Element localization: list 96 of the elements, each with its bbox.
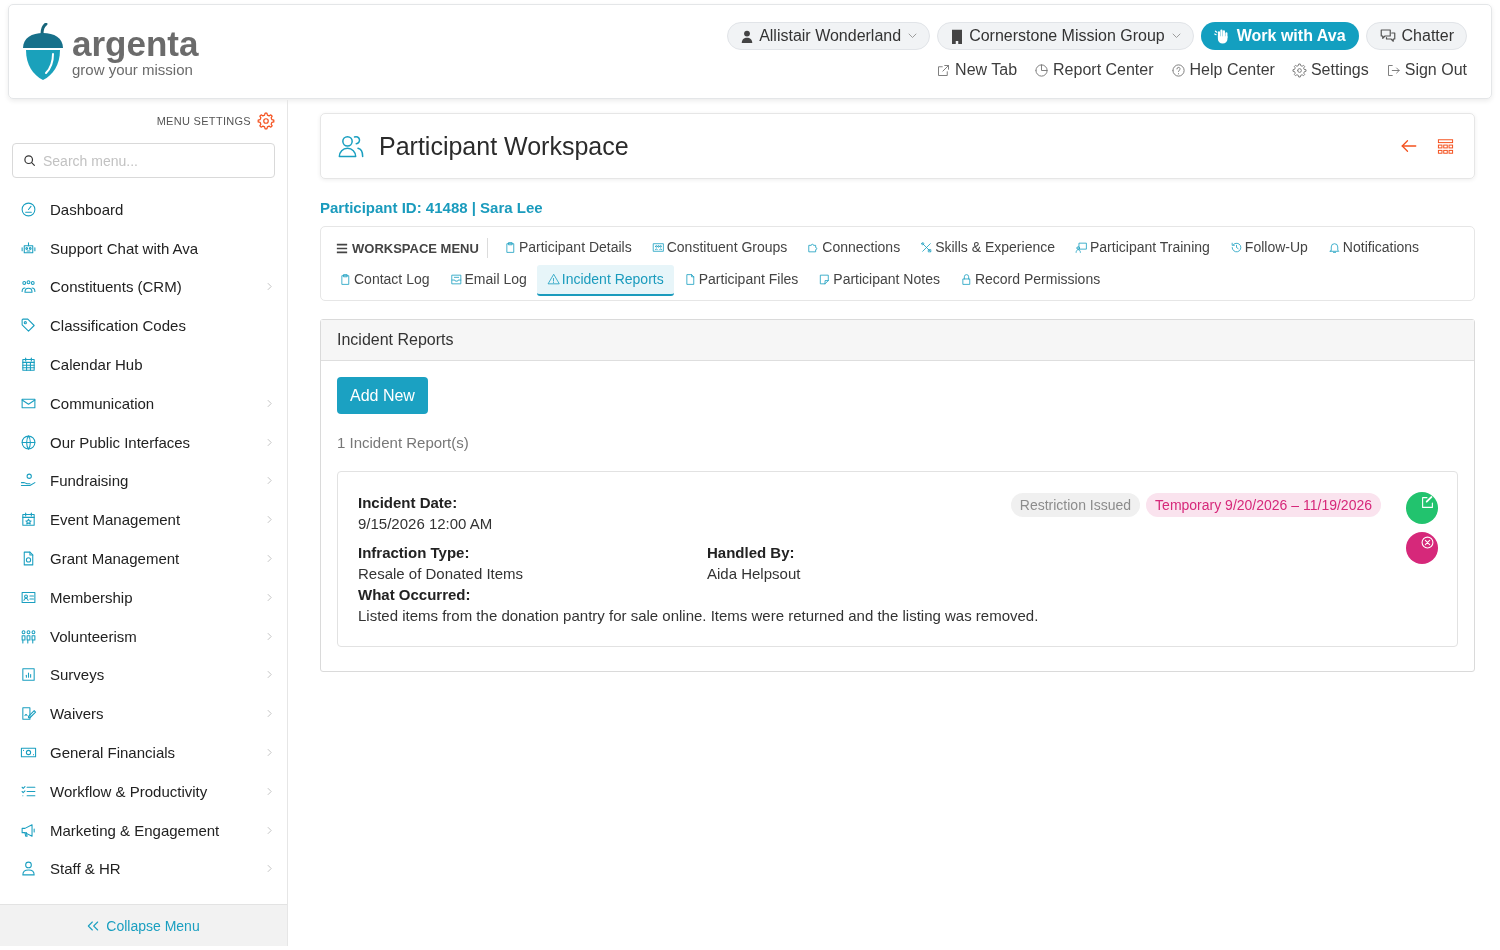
report-count: 1 Incident Report(s) bbox=[337, 434, 470, 452]
sidebar-item[interactable]: Staff & HR bbox=[12, 849, 275, 889]
sidebar-item[interactable]: Dashboard bbox=[12, 190, 275, 229]
workspace-tab[interactable]: Constituent Groups bbox=[641, 232, 798, 264]
workspace-tab[interactable]: Participant Details bbox=[493, 232, 642, 264]
calendar-icon bbox=[20, 356, 37, 374]
building-icon bbox=[950, 28, 965, 44]
workspace-tab[interactable]: Participant Notes bbox=[808, 264, 950, 296]
sidebar-item[interactable]: General Financials bbox=[12, 733, 275, 772]
field-value: 9/15/2026 12:00 AM bbox=[358, 514, 494, 534]
chevron-down-icon bbox=[1171, 33, 1181, 39]
bell-icon bbox=[1327, 240, 1341, 254]
status-badge: Temporary 9/20/2026 – 11/19/2026 bbox=[1146, 493, 1381, 517]
workspace-tab[interactable]: Participant Files bbox=[673, 264, 809, 296]
header-link[interactable]: New Tab bbox=[936, 61, 1018, 79]
field-label: Handled By: bbox=[707, 543, 796, 563]
acorn-icon bbox=[22, 22, 64, 81]
external-link-icon bbox=[936, 62, 952, 78]
settings-icon bbox=[257, 112, 275, 130]
sidebar-item[interactable]: Calendar Hub bbox=[12, 345, 275, 384]
inbox-icon bbox=[449, 272, 463, 286]
sidebar-item[interactable]: Marketing & Engagement bbox=[12, 810, 275, 850]
header-link[interactable]: Report Center bbox=[1034, 61, 1154, 79]
pie-chart-icon bbox=[1034, 62, 1050, 78]
sidebar-item[interactable]: Membership bbox=[12, 577, 275, 617]
sidebar-item[interactable]: Our Public Interfaces bbox=[12, 422, 275, 462]
field-label: Incident Date: bbox=[358, 493, 459, 513]
sidebar-item[interactable]: Communication bbox=[12, 384, 275, 423]
page-title: Participant Workspace bbox=[379, 131, 629, 161]
person-icon bbox=[20, 860, 37, 878]
sign-out-icon bbox=[1385, 62, 1401, 78]
sidebar-item[interactable]: Classification Codes bbox=[12, 306, 275, 346]
header-link[interactable]: Settings bbox=[1291, 61, 1369, 79]
chevron-down-icon bbox=[908, 33, 918, 39]
team-icon bbox=[20, 627, 37, 645]
workspace-tab[interactable]: Connections bbox=[797, 232, 911, 264]
edit-button[interactable] bbox=[1406, 492, 1438, 524]
workspace-tab[interactable]: Skills & Experience bbox=[910, 232, 1065, 264]
delete-button[interactable] bbox=[1406, 532, 1438, 564]
organization-menu-button[interactable]: Cornerstone Mission Group bbox=[937, 22, 1194, 50]
sidebar-item[interactable]: Constituents (CRM) bbox=[12, 267, 275, 307]
settings-icon bbox=[1291, 62, 1307, 78]
field-value: Resale of Donated Items bbox=[358, 564, 525, 584]
section-header: Incident Reports bbox=[321, 320, 1474, 361]
workspace-menu-title: WORKSPACE MENU bbox=[352, 240, 479, 256]
sidebar-item[interactable]: Workflow & Productivity bbox=[12, 771, 275, 811]
group-icon bbox=[20, 278, 37, 296]
tools-icon bbox=[920, 240, 934, 254]
arrow-left-icon[interactable] bbox=[1400, 137, 1418, 155]
menu-settings-button[interactable]: MENU SETTINGS bbox=[156, 111, 275, 131]
workspace-tab[interactable]: Contact Log bbox=[335, 264, 440, 296]
search-icon bbox=[23, 154, 36, 167]
workspace-tab[interactable]: Record Permissions bbox=[949, 264, 1111, 296]
account-menu-button[interactable]: Allistair Wonderland bbox=[727, 22, 931, 50]
header-link[interactable]: Help Center bbox=[1170, 61, 1275, 79]
sidebar-item[interactable]: Surveys bbox=[12, 655, 275, 695]
chatter-button[interactable]: Chatter bbox=[1365, 22, 1467, 50]
clipboard-icon bbox=[339, 272, 352, 286]
double-chevron-left-icon bbox=[87, 920, 100, 931]
document-pen-icon bbox=[20, 705, 37, 723]
logo-wordmark: argenta bbox=[72, 26, 199, 61]
note-icon bbox=[818, 272, 832, 286]
workspace-tab[interactable]: Email Log bbox=[439, 264, 537, 296]
person-screen-icon bbox=[1075, 240, 1088, 254]
chat-icon bbox=[1378, 27, 1397, 45]
workspace-tab[interactable]: Notifications bbox=[1317, 232, 1430, 264]
people-card-icon bbox=[651, 240, 665, 254]
bar-chart-icon bbox=[20, 666, 37, 684]
x-circle-icon bbox=[1421, 536, 1434, 549]
globe-icon bbox=[20, 433, 37, 451]
warning-icon bbox=[546, 272, 560, 286]
search-field[interactable]: Search menu... bbox=[12, 143, 275, 178]
workspace-tab[interactable]: Follow-Up bbox=[1219, 232, 1318, 264]
field-label: Infraction Type: bbox=[358, 543, 471, 563]
edit-icon bbox=[1421, 496, 1434, 509]
field-label: What Occurred: bbox=[358, 585, 472, 605]
sidebar-item[interactable]: Volunteerism bbox=[12, 616, 275, 656]
grid-icon[interactable] bbox=[1437, 137, 1454, 155]
status-badge: Restriction Issued bbox=[1010, 493, 1141, 517]
workspace-tab[interactable]: Participant Training bbox=[1065, 232, 1220, 264]
field-value: Aida Helpsout bbox=[707, 564, 802, 584]
menu-icon bbox=[336, 242, 348, 254]
sidebar-item[interactable]: Event Management bbox=[12, 500, 275, 540]
sidebar-item[interactable]: Support Chat with Ava bbox=[12, 228, 275, 268]
sidebar-item[interactable]: Grant Management bbox=[12, 539, 275, 578]
field-value: Listed items from the donation pantry for sale online. Items were returned and the listing was removed. bbox=[358, 606, 1040, 626]
header-link[interactable]: Sign Out bbox=[1385, 61, 1467, 79]
help-icon bbox=[1170, 62, 1186, 78]
megaphone-icon bbox=[20, 821, 37, 839]
sidebar-item[interactable]: Waivers bbox=[12, 694, 275, 734]
participant-id-heading: Participant ID: 41488 | Sara Lee bbox=[320, 199, 544, 217]
tag-icon bbox=[20, 317, 37, 335]
gauge-icon bbox=[20, 200, 37, 218]
sidebar-item[interactable]: Fundraising bbox=[12, 461, 275, 501]
history-icon bbox=[1229, 240, 1243, 254]
person-icon bbox=[740, 28, 755, 44]
